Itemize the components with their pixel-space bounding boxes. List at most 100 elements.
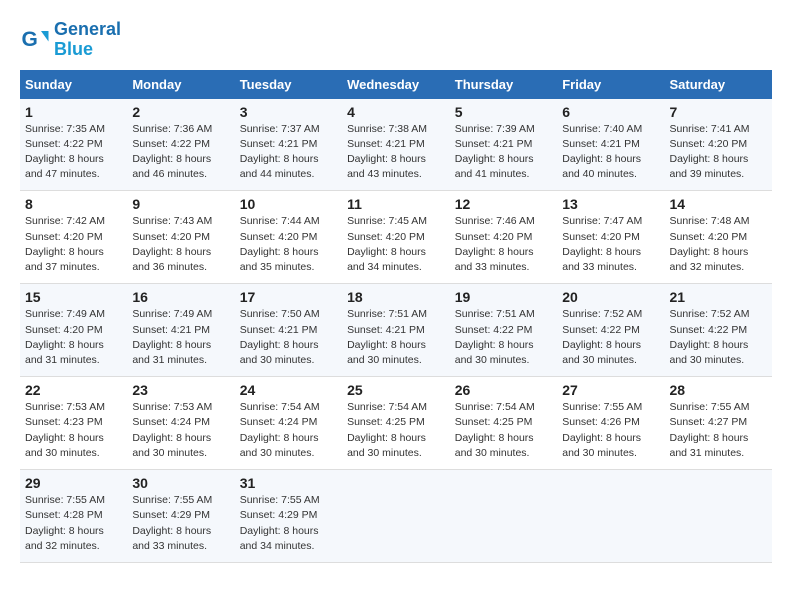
day-number: 27 bbox=[562, 382, 659, 398]
day-number: 29 bbox=[25, 475, 122, 491]
calendar-cell: 18 Sunrise: 7:51 AMSunset: 4:21 PMDaylig… bbox=[342, 284, 450, 377]
day-info: Sunrise: 7:51 AMSunset: 4:22 PMDaylight:… bbox=[455, 308, 535, 366]
calendar-week-row: 8 Sunrise: 7:42 AMSunset: 4:20 PMDayligh… bbox=[20, 191, 772, 284]
calendar-cell: 9 Sunrise: 7:43 AMSunset: 4:20 PMDayligh… bbox=[127, 191, 234, 284]
day-number: 3 bbox=[240, 104, 337, 120]
day-info: Sunrise: 7:52 AMSunset: 4:22 PMDaylight:… bbox=[562, 308, 642, 366]
day-number: 13 bbox=[562, 196, 659, 212]
calendar-week-row: 29 Sunrise: 7:55 AMSunset: 4:28 PMDaylig… bbox=[20, 470, 772, 563]
day-number: 15 bbox=[25, 289, 122, 305]
day-number: 11 bbox=[347, 196, 445, 212]
day-number: 24 bbox=[240, 382, 337, 398]
calendar-cell: 27 Sunrise: 7:55 AMSunset: 4:26 PMDaylig… bbox=[557, 377, 664, 470]
day-number: 30 bbox=[132, 475, 229, 491]
day-number: 21 bbox=[669, 289, 767, 305]
day-info: Sunrise: 7:54 AMSunset: 4:25 PMDaylight:… bbox=[347, 401, 427, 459]
calendar-cell: 8 Sunrise: 7:42 AMSunset: 4:20 PMDayligh… bbox=[20, 191, 127, 284]
day-number: 23 bbox=[132, 382, 229, 398]
calendar-cell: 21 Sunrise: 7:52 AMSunset: 4:22 PMDaylig… bbox=[664, 284, 772, 377]
day-number: 17 bbox=[240, 289, 337, 305]
day-info: Sunrise: 7:39 AMSunset: 4:21 PMDaylight:… bbox=[455, 123, 535, 181]
calendar-cell: 30 Sunrise: 7:55 AMSunset: 4:29 PMDaylig… bbox=[127, 470, 234, 563]
day-info: Sunrise: 7:50 AMSunset: 4:21 PMDaylight:… bbox=[240, 308, 320, 366]
day-info: Sunrise: 7:44 AMSunset: 4:20 PMDaylight:… bbox=[240, 215, 320, 273]
calendar-week-row: 15 Sunrise: 7:49 AMSunset: 4:20 PMDaylig… bbox=[20, 284, 772, 377]
weekday-header-saturday: Saturday bbox=[664, 70, 772, 99]
day-number: 2 bbox=[132, 104, 229, 120]
day-info: Sunrise: 7:54 AMSunset: 4:24 PMDaylight:… bbox=[240, 401, 320, 459]
day-info: Sunrise: 7:51 AMSunset: 4:21 PMDaylight:… bbox=[347, 308, 427, 366]
day-number: 25 bbox=[347, 382, 445, 398]
day-info: Sunrise: 7:54 AMSunset: 4:25 PMDaylight:… bbox=[455, 401, 535, 459]
day-info: Sunrise: 7:55 AMSunset: 4:29 PMDaylight:… bbox=[132, 494, 212, 552]
logo-icon: G bbox=[20, 25, 50, 55]
day-info: Sunrise: 7:55 AMSunset: 4:29 PMDaylight:… bbox=[240, 494, 320, 552]
weekday-header-row: SundayMondayTuesdayWednesdayThursdayFrid… bbox=[20, 70, 772, 99]
calendar-cell: 14 Sunrise: 7:48 AMSunset: 4:20 PMDaylig… bbox=[664, 191, 772, 284]
weekday-header-thursday: Thursday bbox=[450, 70, 557, 99]
calendar-cell bbox=[557, 470, 664, 563]
calendar-cell: 15 Sunrise: 7:49 AMSunset: 4:20 PMDaylig… bbox=[20, 284, 127, 377]
calendar-week-row: 22 Sunrise: 7:53 AMSunset: 4:23 PMDaylig… bbox=[20, 377, 772, 470]
day-number: 26 bbox=[455, 382, 552, 398]
day-number: 18 bbox=[347, 289, 445, 305]
day-info: Sunrise: 7:49 AMSunset: 4:20 PMDaylight:… bbox=[25, 308, 105, 366]
day-number: 1 bbox=[25, 104, 122, 120]
day-number: 8 bbox=[25, 196, 122, 212]
day-number: 14 bbox=[669, 196, 767, 212]
day-number: 5 bbox=[455, 104, 552, 120]
day-number: 9 bbox=[132, 196, 229, 212]
day-number: 28 bbox=[669, 382, 767, 398]
calendar-cell: 5 Sunrise: 7:39 AMSunset: 4:21 PMDayligh… bbox=[450, 99, 557, 191]
weekday-header-sunday: Sunday bbox=[20, 70, 127, 99]
calendar-cell: 24 Sunrise: 7:54 AMSunset: 4:24 PMDaylig… bbox=[235, 377, 342, 470]
day-info: Sunrise: 7:55 AMSunset: 4:26 PMDaylight:… bbox=[562, 401, 642, 459]
svg-text:G: G bbox=[22, 28, 38, 51]
calendar-cell: 17 Sunrise: 7:50 AMSunset: 4:21 PMDaylig… bbox=[235, 284, 342, 377]
day-info: Sunrise: 7:41 AMSunset: 4:20 PMDaylight:… bbox=[669, 123, 749, 181]
day-info: Sunrise: 7:53 AMSunset: 4:23 PMDaylight:… bbox=[25, 401, 105, 459]
calendar-cell: 25 Sunrise: 7:54 AMSunset: 4:25 PMDaylig… bbox=[342, 377, 450, 470]
day-number: 12 bbox=[455, 196, 552, 212]
day-number: 16 bbox=[132, 289, 229, 305]
day-info: Sunrise: 7:45 AMSunset: 4:20 PMDaylight:… bbox=[347, 215, 427, 273]
day-number: 19 bbox=[455, 289, 552, 305]
day-info: Sunrise: 7:53 AMSunset: 4:24 PMDaylight:… bbox=[132, 401, 212, 459]
calendar-cell: 22 Sunrise: 7:53 AMSunset: 4:23 PMDaylig… bbox=[20, 377, 127, 470]
logo-text: GeneralBlue bbox=[54, 20, 121, 60]
calendar-cell: 11 Sunrise: 7:45 AMSunset: 4:20 PMDaylig… bbox=[342, 191, 450, 284]
logo: G GeneralBlue bbox=[20, 20, 121, 60]
calendar-cell: 6 Sunrise: 7:40 AMSunset: 4:21 PMDayligh… bbox=[557, 99, 664, 191]
calendar-cell: 2 Sunrise: 7:36 AMSunset: 4:22 PMDayligh… bbox=[127, 99, 234, 191]
calendar-cell bbox=[450, 470, 557, 563]
day-number: 20 bbox=[562, 289, 659, 305]
calendar-cell: 13 Sunrise: 7:47 AMSunset: 4:20 PMDaylig… bbox=[557, 191, 664, 284]
day-info: Sunrise: 7:43 AMSunset: 4:20 PMDaylight:… bbox=[132, 215, 212, 273]
day-number: 22 bbox=[25, 382, 122, 398]
page-header: G GeneralBlue bbox=[20, 20, 772, 60]
calendar-cell: 20 Sunrise: 7:52 AMSunset: 4:22 PMDaylig… bbox=[557, 284, 664, 377]
day-info: Sunrise: 7:47 AMSunset: 4:20 PMDaylight:… bbox=[562, 215, 642, 273]
calendar-cell: 29 Sunrise: 7:55 AMSunset: 4:28 PMDaylig… bbox=[20, 470, 127, 563]
calendar-cell: 23 Sunrise: 7:53 AMSunset: 4:24 PMDaylig… bbox=[127, 377, 234, 470]
day-info: Sunrise: 7:38 AMSunset: 4:21 PMDaylight:… bbox=[347, 123, 427, 181]
day-info: Sunrise: 7:52 AMSunset: 4:22 PMDaylight:… bbox=[669, 308, 749, 366]
calendar-cell: 31 Sunrise: 7:55 AMSunset: 4:29 PMDaylig… bbox=[235, 470, 342, 563]
day-info: Sunrise: 7:37 AMSunset: 4:21 PMDaylight:… bbox=[240, 123, 320, 181]
calendar-cell: 10 Sunrise: 7:44 AMSunset: 4:20 PMDaylig… bbox=[235, 191, 342, 284]
day-info: Sunrise: 7:46 AMSunset: 4:20 PMDaylight:… bbox=[455, 215, 535, 273]
calendar-cell: 12 Sunrise: 7:46 AMSunset: 4:20 PMDaylig… bbox=[450, 191, 557, 284]
weekday-header-wednesday: Wednesday bbox=[342, 70, 450, 99]
calendar-cell: 26 Sunrise: 7:54 AMSunset: 4:25 PMDaylig… bbox=[450, 377, 557, 470]
day-info: Sunrise: 7:48 AMSunset: 4:20 PMDaylight:… bbox=[669, 215, 749, 273]
calendar-cell: 1 Sunrise: 7:35 AMSunset: 4:22 PMDayligh… bbox=[20, 99, 127, 191]
weekday-header-friday: Friday bbox=[557, 70, 664, 99]
day-info: Sunrise: 7:55 AMSunset: 4:27 PMDaylight:… bbox=[669, 401, 749, 459]
calendar-cell bbox=[342, 470, 450, 563]
day-info: Sunrise: 7:55 AMSunset: 4:28 PMDaylight:… bbox=[25, 494, 105, 552]
calendar-cell bbox=[664, 470, 772, 563]
calendar-cell: 7 Sunrise: 7:41 AMSunset: 4:20 PMDayligh… bbox=[664, 99, 772, 191]
calendar-cell: 3 Sunrise: 7:37 AMSunset: 4:21 PMDayligh… bbox=[235, 99, 342, 191]
day-number: 31 bbox=[240, 475, 337, 491]
day-number: 6 bbox=[562, 104, 659, 120]
